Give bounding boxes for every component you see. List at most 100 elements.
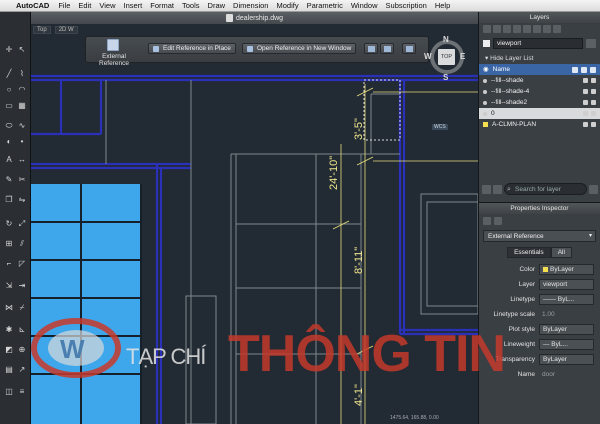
menu-view[interactable]: View <box>99 1 115 10</box>
layer-tool-icon[interactable] <box>553 25 561 33</box>
reload-reference-button[interactable] <box>364 43 378 54</box>
menu-insert[interactable]: Insert <box>123 1 142 10</box>
select-tool-icon[interactable]: ✛ <box>3 44 15 56</box>
text-tool-icon[interactable]: A <box>3 154 15 166</box>
move-tool-icon[interactable]: ↖ <box>16 44 28 56</box>
menu-edit[interactable]: Edit <box>78 1 91 10</box>
compass-west[interactable]: W <box>424 52 432 61</box>
delete-layer-icon[interactable] <box>493 184 502 194</box>
arc-tool-icon[interactable]: ◠ <box>16 84 28 96</box>
layer-row[interactable]: --fill--shade2 <box>479 97 600 108</box>
layer-tool-icon[interactable] <box>543 25 551 33</box>
array-tool-icon[interactable]: ⊞ <box>3 238 15 250</box>
print-icon[interactable] <box>591 122 596 127</box>
trim-tool-icon[interactable]: ✂ <box>16 174 28 186</box>
layer-tool-icon[interactable] <box>483 25 491 33</box>
quick-select-icon[interactable] <box>483 217 491 225</box>
hide-layer-list-toggle[interactable]: ▾ Hide Layer List <box>479 53 600 64</box>
ellipse-tool-icon[interactable]: ⬭ <box>3 120 15 132</box>
explode-tool-icon[interactable]: ✱ <box>3 324 15 336</box>
lock-icon[interactable] <box>583 78 588 83</box>
print-icon[interactable] <box>591 111 596 116</box>
compass-north[interactable]: N <box>443 35 449 44</box>
layer-list-header[interactable]: ◉ Name <box>479 64 600 75</box>
hatch-tool-icon[interactable]: ▦ <box>16 100 28 112</box>
layer-row[interactable]: --fill--shade <box>479 75 600 86</box>
lock-icon[interactable] <box>583 122 588 127</box>
compass-east[interactable]: E <box>460 52 465 61</box>
layer-settings-icon[interactable] <box>589 184 598 194</box>
break-tool-icon[interactable]: ⌿ <box>16 302 28 314</box>
view-control-top[interactable]: Top <box>33 26 51 34</box>
layer-row-selected[interactable]: 0 <box>479 108 600 119</box>
select-objects-icon[interactable] <box>494 217 502 225</box>
layer-tool-icon[interactable] <box>523 25 531 33</box>
transparency-field[interactable]: ByLayer <box>539 354 594 365</box>
menu-subscription[interactable]: Subscription <box>386 1 427 10</box>
menu-file[interactable]: File <box>58 1 70 10</box>
layer-row[interactable]: A-CLMN-PLAN <box>479 119 600 130</box>
object-type-select[interactable]: External Reference <box>483 230 596 242</box>
layer-row[interactable]: --fill--shade-4 <box>479 86 600 97</box>
layer-select[interactable]: viewport <box>539 279 594 290</box>
block-tool-icon[interactable]: ◩ <box>3 344 15 356</box>
layer-tool-icon[interactable] <box>533 25 541 33</box>
erase-tool-icon[interactable]: ✎ <box>3 174 15 186</box>
polyline-tool-icon[interactable]: ⌇ <box>16 68 28 80</box>
wcs-menu[interactable]: WCS <box>432 124 448 130</box>
scale-tool-icon[interactable]: ⤢ <box>16 218 28 230</box>
menu-modify[interactable]: Modify <box>276 1 298 10</box>
chamfer-tool-icon[interactable]: ◸ <box>16 258 28 270</box>
leader-tool-icon[interactable]: ↗ <box>16 364 28 376</box>
insert-tool-icon[interactable]: ⊕ <box>16 344 28 356</box>
menu-parametric[interactable]: Parametric <box>307 1 343 10</box>
viewcube[interactable]: TOP N S E W <box>424 35 466 126</box>
stretch-tool-icon[interactable]: ⇲ <box>3 280 15 292</box>
menu-dimension[interactable]: Dimension <box>233 1 268 10</box>
point-tool-icon[interactable]: • <box>16 136 28 148</box>
menu-help[interactable]: Help <box>435 1 450 10</box>
properties-tool-icon[interactable]: ≡ <box>16 386 28 398</box>
menu-format[interactable]: Format <box>150 1 174 10</box>
lock-icon[interactable] <box>583 100 588 105</box>
dimension-tool-icon[interactable]: ↔ <box>16 154 28 166</box>
region-tool-icon[interactable]: ◐ <box>3 136 15 148</box>
layer-tool-icon[interactable] <box>503 25 511 33</box>
linetype-scale-field[interactable]: 1.00 <box>539 309 594 320</box>
copy-tool-icon[interactable]: ❐ <box>3 194 15 206</box>
layer-tool-icon[interactable] <box>513 25 521 33</box>
close-toolbar-button[interactable] <box>402 43 416 54</box>
print-icon[interactable] <box>591 78 596 83</box>
tab-all[interactable]: All <box>550 247 572 258</box>
app-menu[interactable]: AutoCAD <box>16 1 49 10</box>
print-icon[interactable] <box>591 100 596 105</box>
circle-tool-icon[interactable]: ○ <box>3 84 15 96</box>
visibility-icon[interactable] <box>483 78 487 83</box>
unload-reference-button[interactable] <box>380 43 394 54</box>
color-select[interactable]: ByLayer <box>539 264 594 275</box>
layer-color-swatch[interactable] <box>483 122 488 127</box>
rectangle-tool-icon[interactable]: ▭ <box>3 100 15 112</box>
spline-tool-icon[interactable]: ∿ <box>16 120 28 132</box>
new-layer-icon[interactable] <box>482 184 491 194</box>
open-reference-button[interactable]: Open Reference in New Window <box>242 43 357 54</box>
fillet-tool-icon[interactable]: ⌐ <box>3 258 15 270</box>
print-icon[interactable] <box>591 89 596 94</box>
menu-tools[interactable]: Tools <box>182 1 200 10</box>
line-tool-icon[interactable]: ╱ <box>3 68 15 80</box>
visibility-icon[interactable] <box>483 100 487 105</box>
layer-tool-icon[interactable]: ◫ <box>3 386 15 398</box>
current-layer-select[interactable]: viewport <box>493 37 583 49</box>
view-control-2d[interactable]: 2D W <box>54 26 78 34</box>
layer-tool-icon[interactable] <box>493 25 501 33</box>
menu-draw[interactable]: Draw <box>208 1 226 10</box>
lock-icon[interactable] <box>583 89 588 94</box>
linetype-select[interactable]: —— ByL... <box>539 294 594 305</box>
gear-icon[interactable] <box>586 38 596 48</box>
table-tool-icon[interactable]: ▤ <box>3 364 15 376</box>
edit-reference-in-place-button[interactable]: Edit Reference in Place <box>148 43 236 54</box>
extend-tool-icon[interactable]: ⇥ <box>16 280 28 292</box>
join-tool-icon[interactable]: ⋈ <box>3 302 15 314</box>
offset-tool-icon[interactable]: ⫽ <box>16 238 28 250</box>
viewcube-top-face[interactable]: TOP <box>438 49 455 65</box>
